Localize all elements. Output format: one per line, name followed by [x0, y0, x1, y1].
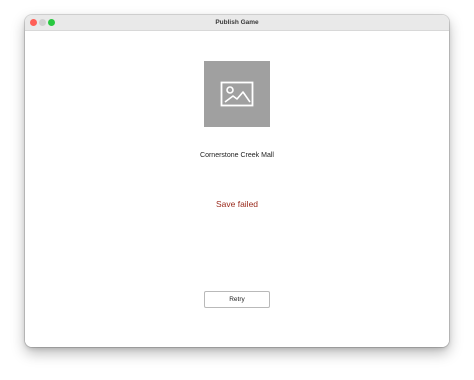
retry-button[interactable]: Retry	[204, 291, 270, 308]
game-thumbnail	[204, 61, 270, 127]
game-name: Cornerstone Creek Mall	[200, 152, 274, 159]
dialog-content: Cornerstone Creek Mall Save failed Retry	[25, 31, 449, 347]
title-bar[interactable]: Publish Game	[25, 15, 449, 31]
desktop-background: Publish Game Cornerstone Creek Mall Save…	[0, 0, 474, 380]
save-status-message: Save failed	[215, 199, 259, 209]
image-placeholder-icon	[220, 81, 254, 107]
publish-game-window: Publish Game Cornerstone Creek Mall Save…	[25, 15, 449, 347]
window-title: Publish Game	[215, 19, 259, 26]
